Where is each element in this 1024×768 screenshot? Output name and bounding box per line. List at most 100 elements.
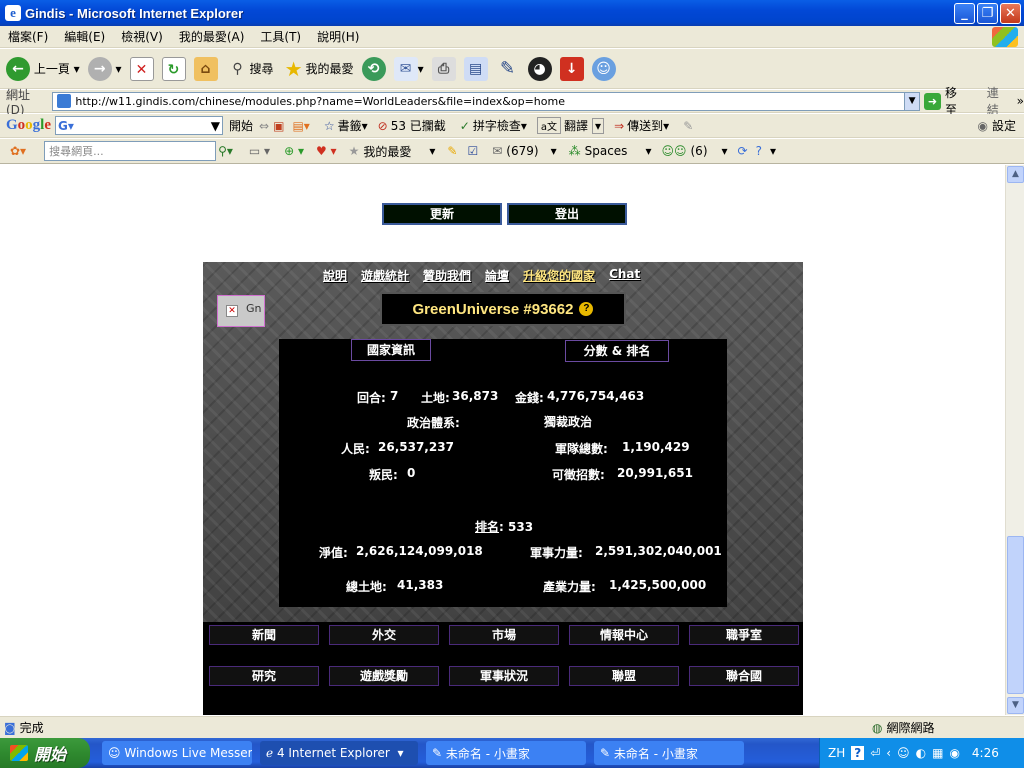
print-button[interactable]: ⎙ [431, 56, 456, 81]
flag-tray-icon[interactable]: ▦ [932, 746, 943, 760]
popup-blocked-count[interactable]: 53 已攔截 [391, 117, 446, 134]
nav-sponsor[interactable]: 贊助我們 [423, 267, 471, 284]
window-icon[interactable]: ▭ ▾ [249, 144, 270, 158]
pencil-icon[interactable]: ✎ [447, 144, 457, 158]
google-search-input[interactable]: G▾ ▼ [55, 116, 224, 135]
close-button[interactable]: ✕ [1000, 3, 1021, 24]
pen-icon[interactable]: ✎ [683, 119, 693, 133]
news-icon[interactable]: ▣ [273, 119, 284, 133]
nav-research[interactable]: 研究 [209, 666, 319, 686]
minimize-button[interactable]: _ [954, 3, 975, 24]
nav-forum[interactable]: 論壇 [485, 267, 509, 284]
nav-stats[interactable]: 遊戲統計 [361, 267, 409, 284]
blog-icon[interactable]: ☑ [467, 144, 478, 158]
refresh-button[interactable]: 更新 [382, 203, 502, 225]
nav-alliance[interactable]: 聯盟 [569, 666, 679, 686]
nav-war-room[interactable]: 職爭室 [689, 625, 799, 645]
go-button[interactable]: ➜ 移至 [924, 84, 969, 118]
mail-button[interactable]: ✉ ▾ [393, 56, 424, 81]
nav-upgrade[interactable]: 升級您的國家 [523, 267, 595, 284]
volume-icon[interactable]: ◉ [949, 746, 959, 760]
address-input[interactable]: http://w11.gindis.com/chinese/modules.ph… [52, 91, 906, 111]
nav-chat[interactable]: Chat [609, 267, 640, 284]
start-button[interactable]: 開始 [0, 738, 90, 768]
nav-diplomacy[interactable]: 外交 [329, 625, 439, 645]
population-value: 26,537,237 [378, 440, 454, 454]
maximize-button[interactable]: ❐ [977, 3, 998, 24]
scroll-down-button[interactable]: ▼ [1007, 697, 1024, 714]
help-icon[interactable]: ? [851, 746, 865, 760]
network-icon[interactable]: ◐ [916, 746, 926, 760]
live-logo-icon[interactable]: ✿▾ [10, 144, 26, 158]
messenger-button[interactable]: ☺ [591, 56, 616, 81]
search-button[interactable]: ⚲ 搜尋 [226, 57, 273, 81]
history-button[interactable]: ⟲ [361, 56, 386, 81]
live-toolbar: ✿▾ 搜尋網頁... ⚲▾ ▭ ▾ ⊕ ▾ ♥ ▾ ★ 我的最愛 ▾ ✎ ☑ ✉ … [0, 139, 1024, 164]
discuss-button[interactable]: ✎ [496, 57, 520, 81]
nav-intel[interactable]: 情報中心 [569, 625, 679, 645]
highlight-icon[interactable]: ▤▾ [292, 119, 309, 133]
back-button[interactable]: ← 上一頁 ▾ [6, 56, 80, 81]
task-paint-1[interactable]: ✎ 未命名 - 小畫家 [426, 741, 586, 765]
menu-file[interactable]: 檔案(F) [0, 28, 56, 45]
language-indicator[interactable]: ZH [828, 746, 845, 760]
nav-news[interactable]: 新聞 [209, 625, 319, 645]
title-bar[interactable]: e Gindis - Microsoft Internet Explorer _… [0, 0, 1024, 26]
live-search-input[interactable]: 搜尋網頁... [44, 141, 217, 161]
task-messenger[interactable]: ☺ Windows Live Messen... [102, 741, 252, 765]
help-icon[interactable]: ? [579, 302, 594, 316]
page-content: 更新 登出 說明 遊戲統計 贊助我們 論壇 升級您的國家 Chat ✕ Gn G… [0, 165, 1005, 715]
favorites-button[interactable]: ★ 我的最愛 [282, 57, 354, 81]
address-dropdown[interactable]: ▼ [904, 91, 921, 111]
tray-arrow-icon[interactable]: ⏎ [870, 746, 880, 760]
clock[interactable]: 4:26 [972, 746, 999, 760]
contacts-count[interactable]: (6) [691, 144, 708, 158]
bookmarks-button[interactable]: 書籤 [338, 117, 362, 134]
nav-united-nations[interactable]: 聯合國 [689, 666, 799, 686]
send-to-button[interactable]: 傳送到 [627, 117, 663, 134]
menu-view[interactable]: 檢視(V) [113, 28, 171, 45]
tab-country-info[interactable]: 國家資訊 [351, 339, 431, 361]
stop-button[interactable]: ✕ [129, 56, 154, 81]
translate-button[interactable]: 翻譯 [564, 117, 588, 134]
edit-button[interactable]: ▤ [463, 56, 488, 81]
nav-help[interactable]: 說明 [323, 267, 347, 284]
vertical-scrollbar[interactable]: ▲ ▼ [1005, 165, 1024, 715]
turn-label: 回合: [357, 391, 386, 405]
chevron-right-icon[interactable]: » [1017, 94, 1024, 108]
scroll-up-button[interactable]: ▲ [1007, 166, 1024, 183]
home-button[interactable]: ⌂ [193, 56, 218, 81]
refresh-button[interactable]: ↻ [161, 56, 186, 81]
logout-button[interactable]: 登出 [507, 203, 627, 225]
download-button[interactable]: ↓ [559, 56, 584, 81]
qq-button[interactable]: ◕ [527, 56, 552, 81]
nav-military-status[interactable]: 軍事狀況 [449, 666, 559, 686]
menu-edit[interactable]: 編輯(E) [56, 28, 113, 45]
chevron-left-icon[interactable]: ‹ [886, 746, 891, 760]
forward-button[interactable]: → ▾ [87, 56, 122, 81]
live-favorites-button[interactable]: 我的最愛 [363, 143, 411, 160]
help-circle-icon[interactable]: ? [756, 144, 762, 158]
links-label[interactable]: 連結 [987, 84, 1011, 118]
settings-button[interactable]: 設定 [992, 117, 1016, 134]
rank-link[interactable]: 排名: 533 [475, 518, 533, 535]
nav-rewards[interactable]: 遊戲獎勵 [329, 666, 439, 686]
google-start-button[interactable]: 開始 [229, 117, 253, 134]
search-icon[interactable]: ⚲▾ [218, 144, 233, 158]
highlight-icon[interactable]: ♥ ▾ [316, 144, 337, 158]
spellcheck-button[interactable]: 拼字檢查 [473, 117, 521, 134]
mail-count[interactable]: (679) [506, 144, 538, 158]
messenger-tray-icon[interactable]: ☺ [897, 746, 910, 760]
spaces-button[interactable]: Spaces [585, 144, 628, 158]
menu-help[interactable]: 說明(H) [309, 28, 367, 45]
menu-tools[interactable]: 工具(T) [252, 28, 309, 45]
scroll-thumb[interactable] [1007, 536, 1024, 694]
add-icon[interactable]: ⊕ ▾ [284, 144, 304, 158]
task-internet-explorer[interactable]: ℯ 4 Internet Explorer ▾ [260, 741, 418, 765]
tab-score-rank[interactable]: 分數 & 排名 [565, 340, 669, 362]
nav-market[interactable]: 市場 [449, 625, 559, 645]
menu-favorites[interactable]: 我的最愛(A) [171, 28, 253, 45]
task-paint-2[interactable]: ✎ 未命名 - 小畫家 [594, 741, 744, 765]
chevron-down-icon[interactable]: ▼ [211, 119, 220, 133]
refresh-circle-icon[interactable]: ⟳ [738, 144, 748, 158]
